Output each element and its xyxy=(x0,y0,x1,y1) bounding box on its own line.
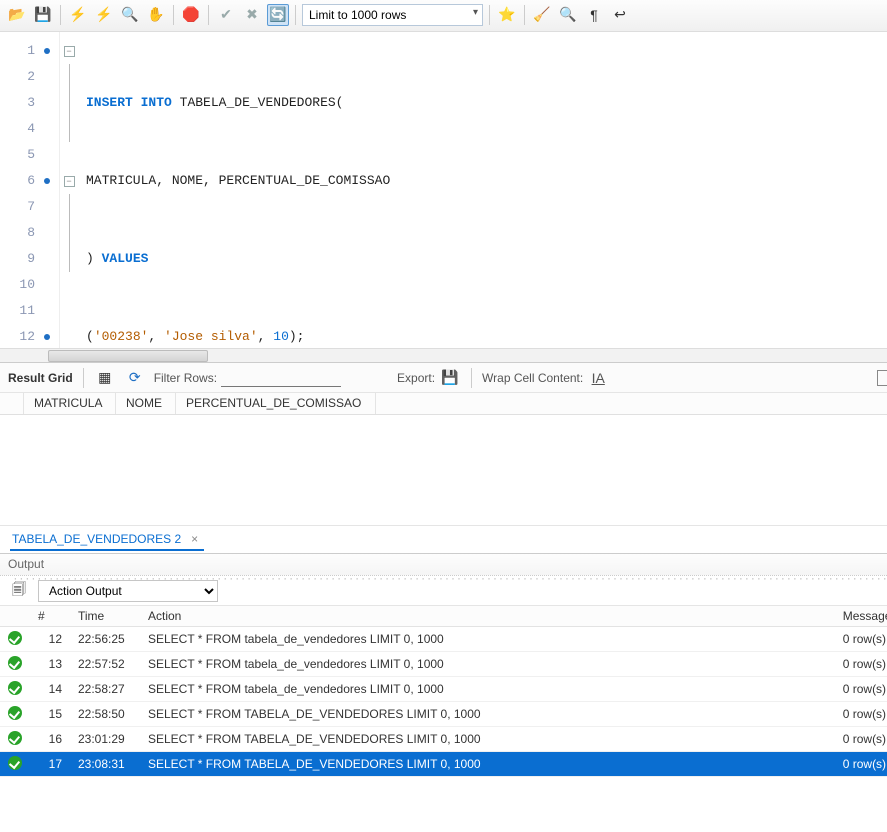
separator xyxy=(524,5,525,25)
output-row[interactable]: 14 22:58:27 SELECT * FROM tabela_de_vend… xyxy=(0,677,887,702)
separator xyxy=(295,5,296,25)
line-number: 6 xyxy=(6,168,53,194)
result-grid-body xyxy=(0,415,887,525)
open-file-icon[interactable]: 📂 xyxy=(6,4,28,26)
separator xyxy=(173,5,174,25)
column-header[interactable]: PERCENTUAL_DE_COMISSAO xyxy=(176,393,376,414)
fold-gutter: −− xyxy=(60,32,78,362)
line-number: 3 xyxy=(6,90,53,116)
status-ok-icon xyxy=(8,656,22,670)
column-header[interactable]: NOME xyxy=(116,393,176,414)
filter-rows-input[interactable] xyxy=(221,369,341,387)
line-number: 10 xyxy=(6,272,53,298)
line-number: 11 xyxy=(6,298,53,324)
sql-editor[interactable]: 123456789101112 −− INSERT INTO TABELA_DE… xyxy=(0,32,887,362)
find-icon[interactable]: 🔍 xyxy=(557,4,579,26)
resultset-tab[interactable]: TABELA_DE_VENDEDORES 2 × xyxy=(10,528,204,551)
fold-toggle-icon[interactable]: − xyxy=(64,46,75,57)
explain-icon[interactable]: 🔍 xyxy=(119,4,141,26)
code-area[interactable]: INSERT INTO TABELA_DE_VENDEDORES( MATRIC… xyxy=(78,32,887,362)
column-header[interactable]: MATRICULA xyxy=(24,393,116,414)
separator xyxy=(489,5,490,25)
execute-icon[interactable]: ⚡ xyxy=(67,4,89,26)
filter-rows-label: Filter Rows: xyxy=(154,371,217,385)
separator xyxy=(208,5,209,25)
status-ok-icon xyxy=(8,631,22,645)
execute-current-icon[interactable]: ⚡ xyxy=(93,4,115,26)
line-number: 1 xyxy=(6,38,53,64)
status-ok-icon xyxy=(8,681,22,695)
grid-view-icon[interactable]: ▦ xyxy=(94,367,116,389)
output-row[interactable]: 16 23:01:29 SELECT * FROM TABELA_DE_VEND… xyxy=(0,727,887,752)
col-action[interactable]: Action xyxy=(140,606,835,627)
wrap-cell-label: Wrap Cell Content: xyxy=(482,371,583,385)
output-title: Output xyxy=(8,557,44,571)
output-table: # Time Action Message 12 22:56:25 SELECT… xyxy=(0,606,887,777)
separator xyxy=(60,5,61,25)
status-ok-icon xyxy=(8,731,22,745)
limit-rows-select[interactable] xyxy=(302,4,483,26)
col-message[interactable]: Message xyxy=(835,606,887,627)
wrap-cell-icon[interactable]: IA xyxy=(587,367,609,389)
line-number: 5 xyxy=(6,142,53,168)
close-icon[interactable]: × xyxy=(187,532,202,546)
rollback-icon[interactable]: ✖ xyxy=(241,4,263,26)
stop-icon[interactable]: 🛑 xyxy=(180,4,202,26)
commit-icon[interactable]: ✔ xyxy=(215,4,237,26)
output-row[interactable]: 13 22:57:52 SELECT * FROM tabela_de_vend… xyxy=(0,652,887,677)
status-ok-icon xyxy=(8,706,22,720)
output-row[interactable]: 15 22:58:50 SELECT * FROM TABELA_DE_VEND… xyxy=(0,702,887,727)
result-grid-label: Result Grid xyxy=(8,371,73,385)
fold-toggle-icon[interactable]: − xyxy=(64,176,75,187)
resultset-tabs: TABELA_DE_VENDEDORES 2 × i Read Only xyxy=(0,525,887,553)
result-grid-toolbar: Result Grid ▦ ⟳ Filter Rows: Export: 💾 xyxy=(0,363,887,393)
autocommit-icon[interactable]: 🔄 xyxy=(267,4,289,26)
panel-toggle-icon[interactable] xyxy=(877,370,887,386)
output-panel: Output ·································… xyxy=(0,553,887,777)
line-number: 9 xyxy=(6,246,53,272)
wrap-icon[interactable]: ↩ xyxy=(609,4,631,26)
output-row[interactable]: 17 23:08:31 SELECT * FROM TABELA_DE_VEND… xyxy=(0,752,887,777)
export-icon[interactable]: 💾 xyxy=(439,367,461,389)
col-time[interactable]: Time xyxy=(70,606,140,627)
line-number: 8 xyxy=(6,220,53,246)
save-file-icon[interactable]: 💾 xyxy=(32,4,54,26)
line-number: 2 xyxy=(6,64,53,90)
stop-hand-icon[interactable]: ✋ xyxy=(145,4,167,26)
line-number: 4 xyxy=(6,116,53,142)
output-row[interactable]: 12 22:56:25 SELECT * FROM tabela_de_vend… xyxy=(0,627,887,652)
line-number: 7 xyxy=(6,194,53,220)
export-label: Export: xyxy=(397,371,435,385)
result-columns: MATRICULA NOME PERCENTUAL_DE_COMISSAO xyxy=(0,393,887,415)
col-num[interactable]: # xyxy=(30,606,70,627)
output-history-icon[interactable]: 🗐 xyxy=(8,580,30,602)
editor-horizontal-scrollbar[interactable] xyxy=(0,348,887,362)
line-number-gutter: 123456789101112 xyxy=(0,32,60,362)
status-ok-icon xyxy=(8,756,22,770)
sql-toolbar: 📂 💾 ⚡ ⚡ 🔍 ✋ 🛑 ✔ ✖ 🔄 ⭐ 🧹 🔍 ¶ ↩ xyxy=(0,0,887,32)
invisible-icon[interactable]: ¶ xyxy=(583,4,605,26)
refresh-icon[interactable]: ⟳ xyxy=(124,367,146,389)
output-mode-select[interactable]: Action Output xyxy=(38,580,218,602)
line-number: 12 xyxy=(6,324,53,350)
favorite-icon[interactable]: ⭐ xyxy=(496,4,518,26)
beautify-icon[interactable]: 🧹 xyxy=(531,4,553,26)
